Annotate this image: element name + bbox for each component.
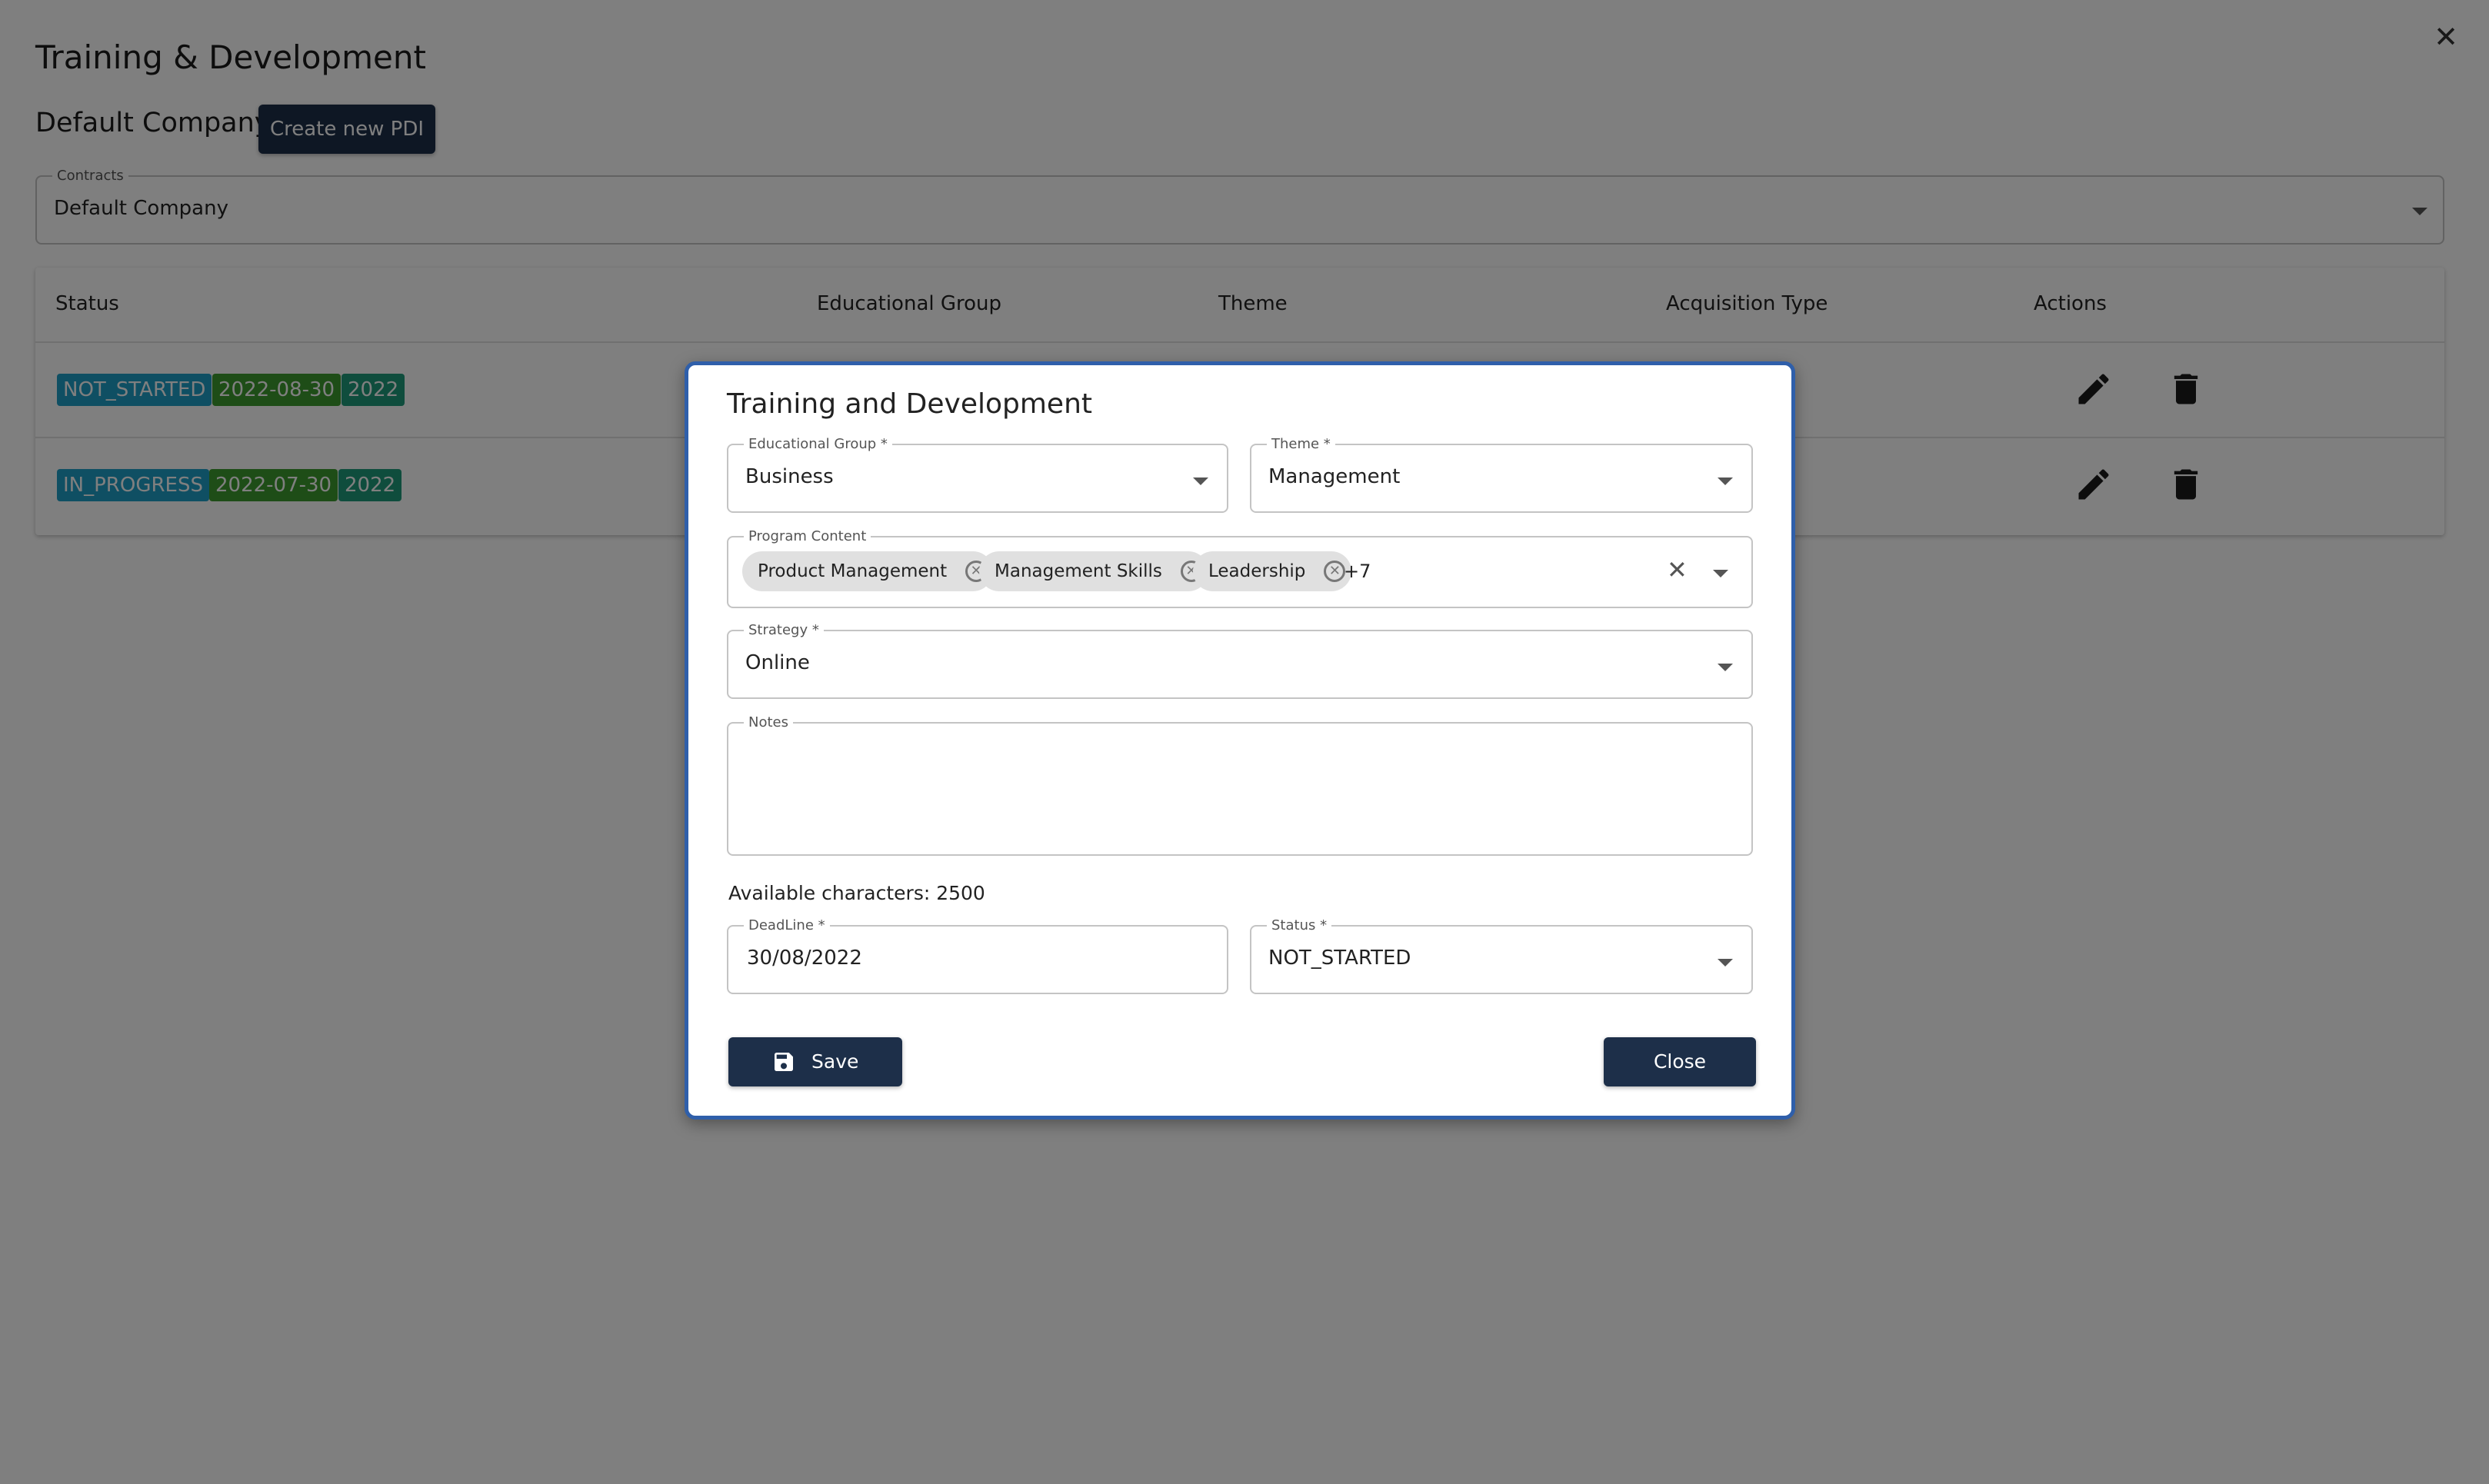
strategy-select[interactable]: Strategy * Online [727, 622, 1753, 699]
strategy-value: Online [745, 651, 810, 674]
program-content-label: Program Content [744, 528, 871, 545]
chevron-down-icon [1713, 570, 1728, 577]
program-content-select[interactable]: Program Content Product Management ✕ Man… [727, 528, 1753, 608]
modal-title: Training and Development [727, 388, 1093, 420]
chip-label: Product Management [758, 561, 948, 581]
strategy-label: Strategy * [744, 622, 824, 639]
deadline-field[interactable]: DeadLine * 30/08/2022 [727, 917, 1228, 994]
status-value: NOT_STARTED [1268, 947, 1411, 970]
training-modal: Training and Development Educational Gro… [685, 361, 1795, 1120]
notes-field[interactable]: Notes [727, 714, 1753, 856]
theme-value: Management [1268, 465, 1401, 488]
chevron-down-icon [1193, 477, 1208, 485]
chevron-down-icon [1718, 477, 1733, 485]
save-label: Save [811, 1050, 859, 1073]
chevron-down-icon [1718, 664, 1733, 671]
available-characters: Available characters: 2500 [728, 882, 985, 904]
educational-group-label: Educational Group * [744, 436, 892, 453]
chip-leadership[interactable]: Leadership ✕ [1193, 551, 1352, 591]
save-icon [775, 1053, 793, 1071]
deadline-label: DeadLine * [744, 917, 830, 934]
educational-group-select[interactable]: Educational Group * Business [727, 436, 1228, 513]
chip-product-management[interactable]: Product Management ✕ [742, 551, 994, 591]
close-button[interactable]: Close [1604, 1037, 1756, 1086]
clear-icon[interactable]: ✕ [1667, 557, 1688, 582]
chip-label: Leadership [1208, 561, 1306, 581]
status-select[interactable]: Status * NOT_STARTED [1250, 917, 1753, 994]
status-label: Status * [1267, 917, 1332, 934]
chip-label: Management Skills [995, 561, 1162, 581]
notes-label: Notes [744, 714, 793, 731]
save-button[interactable]: Save [728, 1037, 902, 1086]
chevron-down-icon [1718, 959, 1733, 967]
educational-group-value: Business [745, 465, 834, 488]
more-count: +7 [1344, 561, 1371, 582]
theme-label: Theme * [1267, 436, 1335, 453]
deadline-value: 30/08/2022 [747, 947, 862, 970]
theme-select[interactable]: Theme * Management [1250, 436, 1753, 513]
remove-chip-icon[interactable]: ✕ [1324, 561, 1346, 582]
chip-management-skills[interactable]: Management Skills ✕ [979, 551, 1208, 591]
